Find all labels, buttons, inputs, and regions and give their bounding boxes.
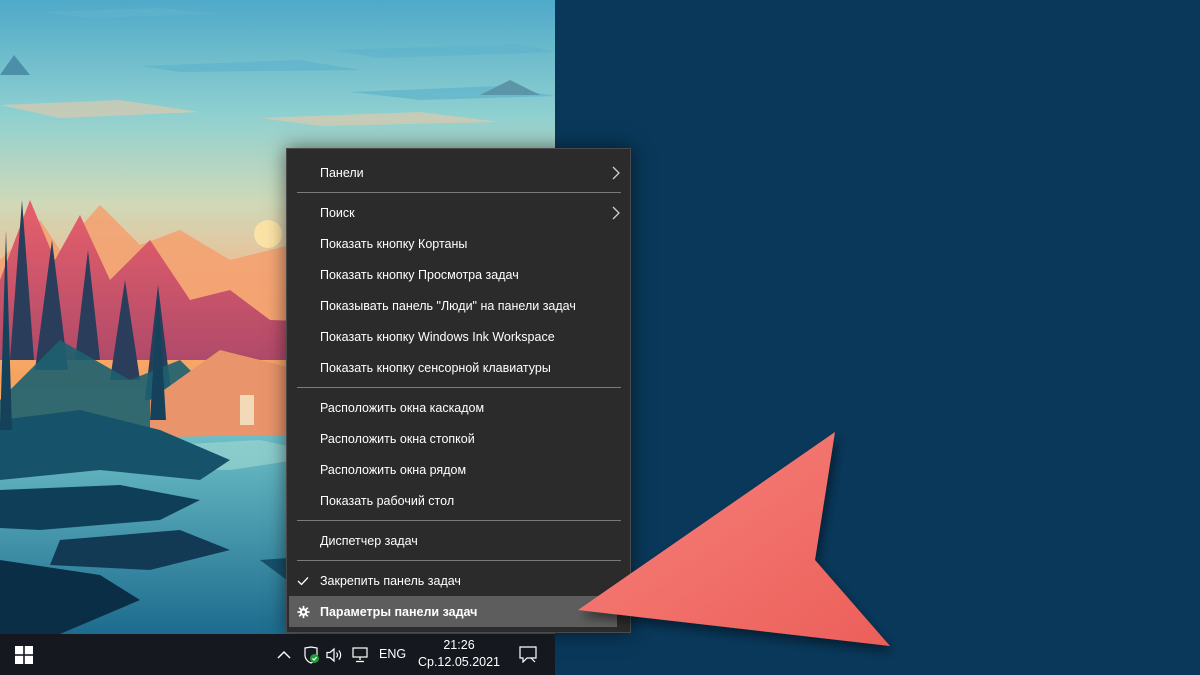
menu-item-label: Расположить окна стопкой xyxy=(320,431,475,446)
show-hidden-icons-button[interactable] xyxy=(274,634,294,675)
menu-item-label: Показать кнопку Просмотра задач xyxy=(320,267,519,282)
clock[interactable]: 21:26 Ср.12.05.2021 xyxy=(412,637,506,671)
menu-item-label: Закрепить панель задач xyxy=(320,573,461,588)
menu-item-cascade-windows[interactable]: Расположить окна каскадом xyxy=(287,392,630,423)
defender-tray-button[interactable] xyxy=(299,634,323,675)
chevron-right-icon xyxy=(612,166,620,179)
menu-item-label: Параметры панели задач xyxy=(320,604,478,619)
chevron-right-icon xyxy=(612,206,620,219)
menu-item-show-people[interactable]: Показывать панель "Люди" на панели задач xyxy=(287,290,630,321)
menu-separator xyxy=(297,387,621,388)
menu-item-show-cortana[interactable]: Показать кнопку Кортаны xyxy=(287,228,630,259)
action-center-button[interactable] xyxy=(514,634,542,675)
language-indicator[interactable]: ENG xyxy=(379,647,406,661)
menu-item-label: Показать кнопку Windows Ink Workspace xyxy=(320,329,555,344)
clock-time: 21:26 xyxy=(443,638,475,652)
menu-item-show-touch-keyboard[interactable]: Показать кнопку сенсорной клавиатуры xyxy=(287,352,630,383)
checkmark-icon xyxy=(297,576,309,585)
network-icon xyxy=(352,646,368,662)
menu-item-label: Поиск xyxy=(320,205,355,220)
clock-date: Ср.12.05.2021 xyxy=(417,655,500,669)
menu-item-panels[interactable]: Панели xyxy=(287,157,630,188)
menu-item-search[interactable]: Поиск xyxy=(287,197,630,228)
menu-item-label: Показать кнопку Кортаны xyxy=(320,236,468,251)
menu-separator xyxy=(297,192,621,193)
gear-icon xyxy=(297,605,310,618)
menu-item-show-task-view[interactable]: Показать кнопку Просмотра задач xyxy=(287,259,630,290)
taskbar[interactable]: ENG 21:26 Ср.12.05.2021 xyxy=(0,634,555,675)
menu-item-label: Показать кнопку сенсорной клавиатуры xyxy=(320,360,551,375)
volume-tray-button[interactable] xyxy=(324,634,346,675)
pointer-arrow xyxy=(578,432,890,646)
menu-item-label: Панели xyxy=(320,165,364,180)
network-tray-button[interactable] xyxy=(349,634,373,675)
chevron-up-icon xyxy=(277,651,291,659)
menu-item-show-ink-workspace[interactable]: Показать кнопку Windows Ink Workspace xyxy=(287,321,630,352)
menu-item-label: Расположить окна каскадом xyxy=(320,400,485,415)
menu-item-label: Показывать панель "Люди" на панели задач xyxy=(320,298,576,313)
menu-item-label: Диспетчер задач xyxy=(320,533,418,548)
menu-item-label: Показать рабочий стол xyxy=(320,493,455,508)
defender-shield-icon xyxy=(304,645,319,664)
windows-logo-icon[interactable] xyxy=(15,646,33,664)
volume-icon xyxy=(326,647,342,662)
action-center-icon xyxy=(519,646,537,663)
menu-item-label: Расположить окна рядом xyxy=(320,462,467,477)
